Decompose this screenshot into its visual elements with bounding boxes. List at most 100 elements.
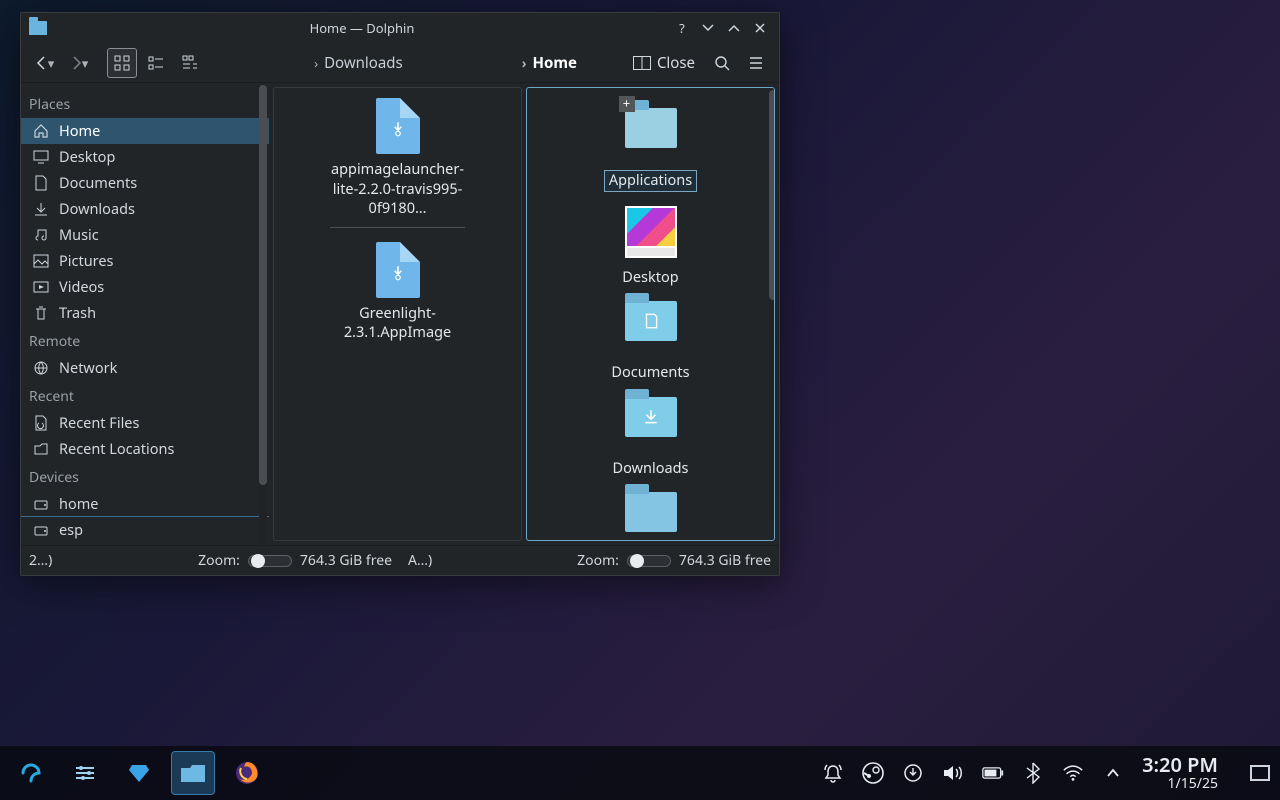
folder-icon: + — [625, 108, 677, 148]
file-label: Desktop — [583, 268, 718, 288]
bluetooth-tray-icon[interactable] — [1022, 762, 1044, 784]
tray-expand-icon[interactable] — [1102, 762, 1124, 784]
pane-scrollbar[interactable] — [769, 90, 775, 520]
recent-files-icon — [33, 415, 49, 431]
minimize-button[interactable] — [697, 17, 719, 39]
taskbar-settings-icon[interactable] — [64, 752, 106, 794]
wifi-tray-icon[interactable] — [1062, 762, 1084, 784]
close-split-label: Close — [657, 53, 695, 73]
titlebar[interactable]: Home — Dolphin ? — [21, 13, 779, 43]
sidebar-heading-recent: Recent — [21, 381, 269, 410]
file-label: Documents — [583, 363, 718, 383]
file-item-applications[interactable]: + Applications — [583, 108, 718, 192]
view-compact-button[interactable] — [141, 48, 171, 78]
sidebar-item-recent-locations[interactable]: Recent Locations — [21, 436, 269, 462]
desktop-icon — [33, 149, 49, 165]
free-space-left: 764.3 GiB free — [300, 551, 392, 570]
videos-icon — [33, 279, 49, 295]
close-button[interactable] — [749, 17, 771, 39]
battery-tray-icon[interactable] — [982, 762, 1004, 784]
sidebar-item-trash[interactable]: Trash — [21, 300, 269, 326]
file-item[interactable]: appimagelauncher-lite-2.2.0-travis995-0f… — [330, 98, 465, 228]
clock-date: 1/15/25 — [1142, 776, 1218, 792]
help-button[interactable]: ? — [671, 17, 693, 39]
appimage-file-icon — [376, 98, 420, 154]
folder-icon — [625, 492, 677, 532]
sidebar-item-documents[interactable]: Documents — [21, 170, 269, 196]
network-icon — [33, 360, 49, 376]
status-count-right: A…) — [408, 551, 432, 570]
breadcrumb-left-label: Downloads — [324, 53, 403, 73]
file-label: Greenlight-2.3.1.AppImage — [330, 304, 465, 343]
sidebar-scrollbar[interactable] — [259, 85, 267, 545]
downloads-icon — [33, 201, 49, 217]
file-item-partial[interactable] — [583, 492, 718, 541]
disk-icon — [33, 496, 49, 512]
sidebar-item-videos[interactable]: Videos — [21, 274, 269, 300]
file-item-downloads[interactable]: Downloads — [583, 397, 718, 479]
file-label: Applications — [604, 170, 697, 192]
breadcrumb-right[interactable]: ›Home — [512, 53, 587, 73]
status-count-left: 2…) — [29, 551, 52, 570]
sidebar-item-pictures[interactable]: Pictures — [21, 248, 269, 274]
taskbar-firefox-icon[interactable] — [226, 752, 268, 794]
zoom-label: Zoom: — [198, 551, 240, 570]
sidebar-item-home[interactable]: Home — [21, 118, 269, 144]
file-label: appimagelauncher-lite-2.2.0-travis995-0f… — [330, 160, 465, 219]
sidebar-heading-places: Places — [21, 89, 269, 118]
zoom-slider-left[interactable] — [248, 555, 292, 567]
sidebar-item-device-home[interactable]: home — [21, 491, 269, 517]
documents-icon — [33, 175, 49, 191]
pane-downloads[interactable]: appimagelauncher-lite-2.2.0-travis995-0f… — [273, 87, 522, 541]
pictures-icon — [33, 253, 49, 269]
taskbar-dolphin-icon[interactable] — [172, 752, 214, 794]
folder-icon — [625, 397, 677, 437]
sidebar-item-device-esp[interactable]: esp — [21, 517, 269, 543]
sidebar-item-network[interactable]: Network — [21, 355, 269, 381]
file-item-documents[interactable]: Documents — [583, 301, 718, 383]
update-tray-icon[interactable] — [902, 762, 924, 784]
maximize-button[interactable] — [723, 17, 745, 39]
sidebar-heading-devices: Devices — [21, 462, 269, 491]
appimage-file-icon — [376, 242, 420, 298]
show-desktop-button[interactable] — [1250, 765, 1270, 781]
sidebar-item-recent-files[interactable]: Recent Files — [21, 410, 269, 436]
taskbar-clock[interactable]: 3:20 PM 1/15/25 — [1142, 753, 1218, 792]
sidebar-item-music[interactable]: Music — [21, 222, 269, 248]
window-title: Home — Dolphin — [57, 19, 667, 37]
forward-button[interactable]: ▾ — [63, 48, 93, 78]
sidebar-item-desktop[interactable]: Desktop — [21, 144, 269, 170]
desktop-folder-icon — [625, 206, 677, 258]
clock-time: 3:20 PM — [1142, 753, 1218, 776]
recent-locations-icon — [33, 441, 49, 457]
home-icon — [33, 123, 49, 139]
file-item[interactable]: Greenlight-2.3.1.AppImage — [330, 242, 465, 343]
zoom-slider-right[interactable] — [627, 555, 671, 567]
trash-icon — [33, 305, 49, 321]
breadcrumb-left[interactable]: ›Downloads — [304, 53, 413, 73]
view-icons-button[interactable] — [107, 48, 137, 78]
taskbar: 3:20 PM 1/15/25 — [0, 746, 1280, 800]
steam-tray-icon[interactable] — [862, 762, 884, 784]
menu-button[interactable] — [741, 48, 771, 78]
file-item-desktop[interactable]: Desktop — [583, 206, 718, 288]
view-detail-button[interactable] — [175, 48, 205, 78]
music-icon — [33, 227, 49, 243]
statusbar: 2…) Zoom: 764.3 GiB free A…) Zoom: 764.3… — [21, 545, 779, 575]
folder-icon — [29, 21, 47, 35]
toolbar: ▾ ▾ ›Downloads ›Home Close — [21, 43, 779, 83]
places-sidebar: Places Home Desktop Documents Downloads … — [21, 83, 269, 545]
folder-icon — [625, 301, 677, 341]
sidebar-item-downloads[interactable]: Downloads — [21, 196, 269, 222]
search-button[interactable] — [707, 48, 737, 78]
taskbar-discover-icon[interactable] — [118, 752, 160, 794]
app-launcher-button[interactable] — [10, 752, 52, 794]
notifications-tray-icon[interactable] — [822, 762, 844, 784]
close-split-button[interactable]: Close — [625, 53, 703, 73]
sidebar-heading-remote: Remote — [21, 326, 269, 355]
zoom-label: Zoom: — [577, 551, 619, 570]
back-button[interactable]: ▾ — [29, 48, 59, 78]
free-space-right: 764.3 GiB free — [679, 551, 771, 570]
volume-tray-icon[interactable] — [942, 762, 964, 784]
pane-home[interactable]: + Applications Desktop Documents Downloa… — [526, 87, 775, 541]
